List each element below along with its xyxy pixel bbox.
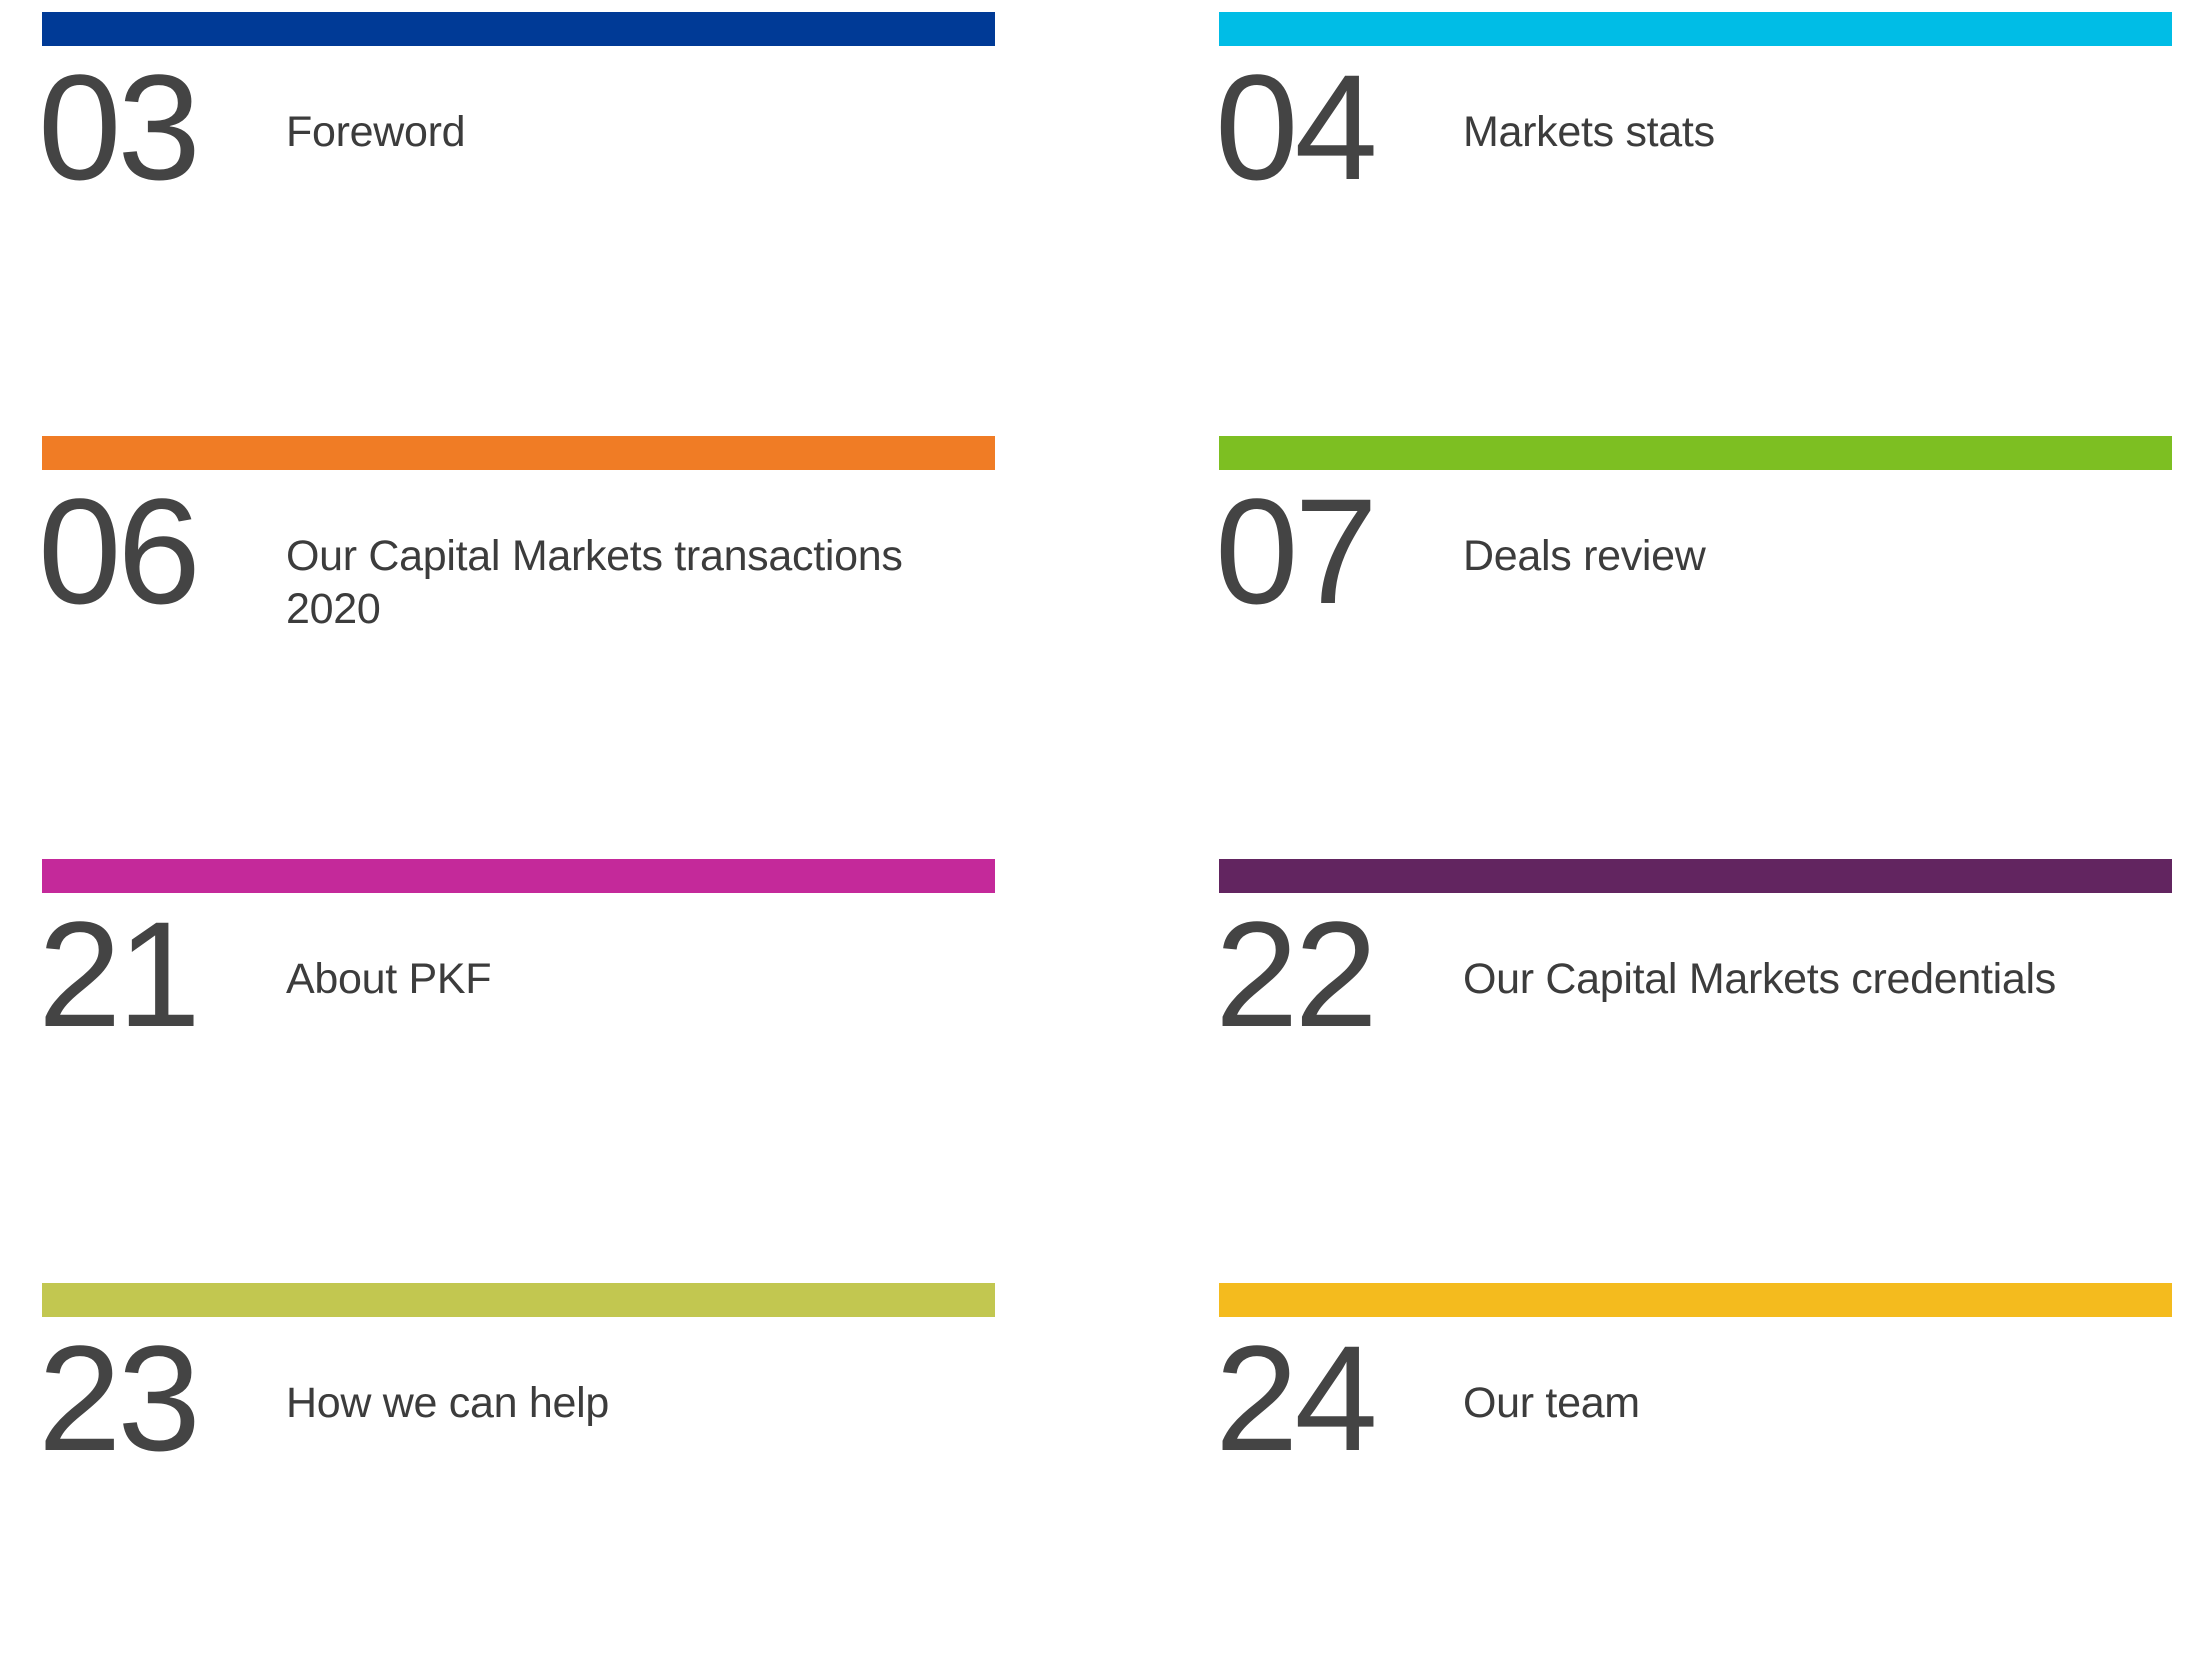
page-number: 22: [1215, 890, 1378, 1058]
section-title[interactable]: Deals review: [1463, 530, 2163, 583]
toc-entry-capital-markets-credentials[interactable]: 22 Our Capital Markets credentials: [1215, 859, 2172, 1239]
section-title[interactable]: About PKF: [286, 953, 986, 1006]
section-title[interactable]: Our Capital Markets transactions 2020: [286, 530, 926, 636]
section-color-bar: [1219, 1283, 2172, 1317]
page-number: 07: [1215, 467, 1378, 635]
toc-entry-markets-stats[interactable]: 04 Markets stats: [1215, 12, 2172, 392]
page-number: 24: [1215, 1314, 1378, 1482]
page-number: 21: [38, 890, 201, 1058]
section-title[interactable]: Foreword: [286, 106, 986, 159]
toc-entry-about-pkf[interactable]: 21 About PKF: [38, 859, 995, 1239]
toc-entry-our-team[interactable]: 24 Our team: [1215, 1283, 2172, 1663]
page-number: 23: [38, 1314, 201, 1482]
section-title[interactable]: Markets stats: [1463, 106, 2163, 159]
section-color-bar: [42, 859, 995, 893]
section-title[interactable]: Our Capital Markets credentials: [1463, 953, 2163, 1006]
page-number: 06: [38, 467, 201, 635]
section-color-bar: [42, 12, 995, 46]
page-number: 04: [1215, 43, 1378, 211]
section-color-bar: [1219, 436, 2172, 470]
page-number: 03: [38, 43, 201, 211]
section-color-bar: [42, 436, 995, 470]
toc-entry-capital-markets-transactions[interactable]: 06 Our Capital Markets transactions 2020: [38, 436, 995, 816]
toc-entry-foreword[interactable]: 03 Foreword: [38, 12, 995, 392]
table-of-contents: 03 Foreword 04 Markets stats 06 Our Capi…: [0, 0, 2203, 1473]
section-color-bar: [1219, 12, 2172, 46]
section-title[interactable]: Our team: [1463, 1377, 2163, 1430]
toc-entry-how-we-can-help[interactable]: 23 How we can help: [38, 1283, 995, 1663]
section-color-bar: [1219, 859, 2172, 893]
toc-entry-deals-review[interactable]: 07 Deals review: [1215, 436, 2172, 816]
section-color-bar: [42, 1283, 995, 1317]
section-title[interactable]: How we can help: [286, 1377, 986, 1430]
